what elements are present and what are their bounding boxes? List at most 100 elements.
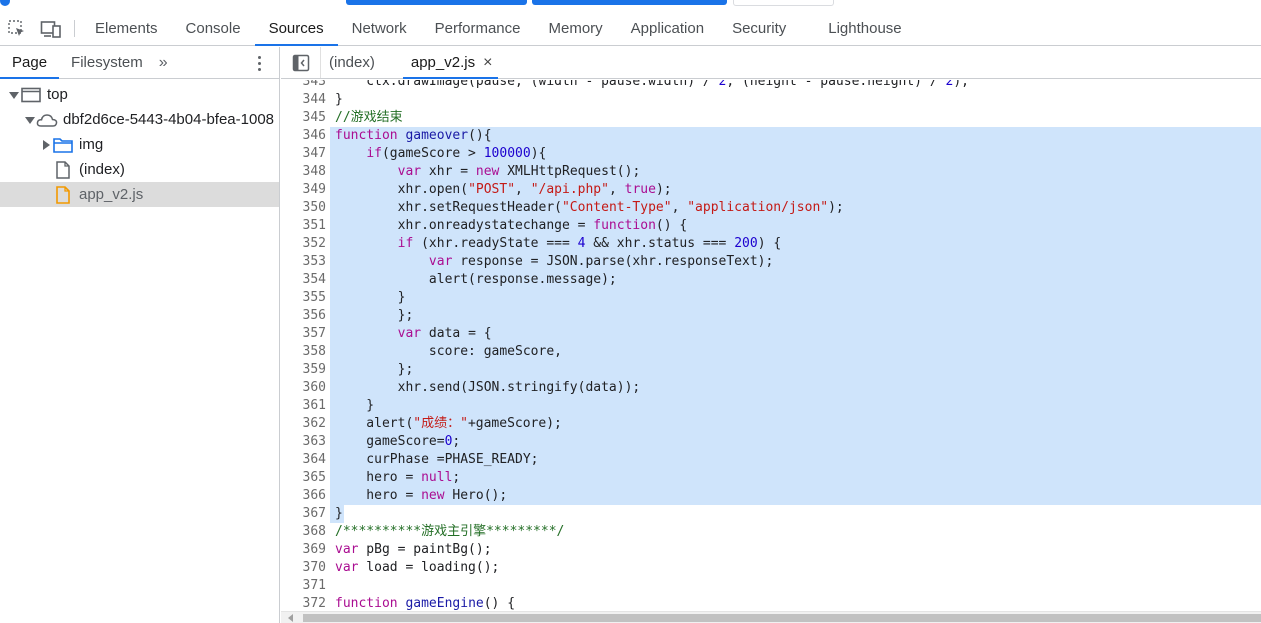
line-number[interactable]: 352: [281, 235, 330, 253]
line-number[interactable]: 351: [281, 217, 330, 235]
more-options-icon[interactable]: [249, 53, 269, 73]
code-line[interactable]: 349 xhr.open("POST", "/api.php", true);: [281, 181, 1261, 199]
line-content: };: [330, 307, 1261, 325]
code-line[interactable]: 346 function gameover(){: [281, 127, 1261, 145]
close-icon[interactable]: ×: [483, 54, 492, 72]
line-number[interactable]: 346: [281, 127, 330, 145]
tree-item-index[interactable]: (index): [0, 157, 279, 182]
line-number[interactable]: 360: [281, 379, 330, 397]
code-line[interactable]: 356 };: [281, 307, 1261, 325]
line-number[interactable]: 343: [281, 80, 330, 91]
scroll-left-icon[interactable]: [287, 614, 295, 622]
line-number[interactable]: 354: [281, 271, 330, 289]
code-line[interactable]: 364 curPhase =PHASE_READY;: [281, 451, 1261, 469]
code-line[interactable]: 368 /**********游戏主引擎*********/: [281, 523, 1261, 541]
tab-security[interactable]: Security: [718, 12, 800, 45]
line-number[interactable]: 372: [281, 595, 330, 611]
code-line[interactable]: 354 alert(response.message);: [281, 271, 1261, 289]
tab-page[interactable]: Page: [0, 47, 60, 79]
code-line[interactable]: 370 var load = loading();: [281, 559, 1261, 577]
collapsed-triangle-icon[interactable]: [40, 139, 52, 151]
inspect-element-icon[interactable]: [0, 12, 34, 45]
code-line[interactable]: 348 var xhr = new XMLHttpRequest();: [281, 163, 1261, 181]
line-number[interactable]: 361: [281, 397, 330, 415]
line-number[interactable]: 365: [281, 469, 330, 487]
toggle-navigator-icon[interactable]: [281, 47, 321, 78]
expanded-triangle-icon[interactable]: [8, 89, 20, 101]
horizontal-scrollbar[interactable]: [281, 611, 1261, 623]
tree-label-index: (index): [79, 161, 125, 178]
editor-tab-index[interactable]: (index): [321, 47, 389, 78]
code-line[interactable]: 371​: [281, 577, 1261, 595]
line-number[interactable]: 344: [281, 91, 330, 109]
line-number[interactable]: 350: [281, 199, 330, 217]
line-number[interactable]: 371: [281, 577, 330, 595]
line-number[interactable]: 368: [281, 523, 330, 541]
line-number[interactable]: 362: [281, 415, 330, 433]
code-line[interactable]: 351 xhr.onreadystatechange = function() …: [281, 217, 1261, 235]
toolbar-divider: [74, 20, 75, 37]
tab-performance[interactable]: Performance: [421, 12, 535, 45]
code-line[interactable]: 372 function gameEngine() {: [281, 595, 1261, 611]
code-line[interactable]: 360 xhr.send(JSON.stringify(data));: [281, 379, 1261, 397]
code-line[interactable]: 361 }: [281, 397, 1261, 415]
line-number[interactable]: 357: [281, 325, 330, 343]
device-toolbar-icon[interactable]: [34, 12, 68, 45]
line-number[interactable]: 353: [281, 253, 330, 271]
code-line[interactable]: 345 //游戏结束: [281, 109, 1261, 127]
code-line[interactable]: 363 gameScore=0;: [281, 433, 1261, 451]
editor-tab-app-v2-js[interactable]: app_v2.js ×: [389, 47, 507, 79]
code-line[interactable]: 366 hero = new Hero();: [281, 487, 1261, 505]
line-number[interactable]: 367: [281, 505, 330, 523]
line-number[interactable]: 370: [281, 559, 330, 577]
tab-lighthouse[interactable]: Lighthouse: [800, 12, 915, 45]
line-number[interactable]: 356: [281, 307, 330, 325]
code-line[interactable]: 352 if (xhr.readyState === 4 && xhr.stat…: [281, 235, 1261, 253]
line-content: var xhr = new XMLHttpRequest();: [330, 163, 1261, 181]
line-number[interactable]: 345: [281, 109, 330, 127]
more-tabs-icon[interactable]: »: [155, 47, 172, 78]
line-number[interactable]: 358: [281, 343, 330, 361]
line-number[interactable]: 347: [281, 145, 330, 163]
code-line[interactable]: 362 alert("成绩："+gameScore);: [281, 415, 1261, 433]
line-content: gameScore=0;: [330, 433, 1261, 451]
code-view[interactable]: 343 ctx.drawImage(pause, (width - pause.…: [281, 80, 1261, 611]
scrollbar-thumb[interactable]: [303, 614, 1261, 622]
line-number[interactable]: 369: [281, 541, 330, 559]
code-line[interactable]: 343 ctx.drawImage(pause, (width - pause.…: [281, 80, 1261, 91]
code-line[interactable]: 369 var pBg = paintBg();: [281, 541, 1261, 559]
tree-label-origin: dbf2d6ce-5443-4b04-bfea-1008: [63, 111, 275, 128]
code-line[interactable]: 350 xhr.setRequestHeader("Content-Type",…: [281, 199, 1261, 217]
line-number[interactable]: 355: [281, 289, 330, 307]
tab-elements[interactable]: Elements: [81, 12, 172, 45]
tab-sources[interactable]: Sources: [254, 12, 338, 46]
line-number[interactable]: 348: [281, 163, 330, 181]
tab-network[interactable]: Network: [338, 12, 421, 45]
code-line[interactable]: 359 };: [281, 361, 1261, 379]
tab-filesystem[interactable]: Filesystem: [59, 47, 155, 78]
tab-memory[interactable]: Memory: [535, 12, 617, 45]
code-line[interactable]: 358 score: gameScore,: [281, 343, 1261, 361]
tab-application[interactable]: Application: [617, 12, 718, 45]
code-line[interactable]: 367}: [281, 505, 1261, 523]
code-line[interactable]: 353 var response = JSON.parse(xhr.respon…: [281, 253, 1261, 271]
code-line[interactable]: 365 hero = null;: [281, 469, 1261, 487]
code-line[interactable]: 355 }: [281, 289, 1261, 307]
script-file-icon: [52, 185, 74, 204]
tree-item-origin[interactable]: dbf2d6ce-5443-4b04-bfea-1008: [0, 107, 279, 132]
tree-item-top[interactable]: top: [0, 82, 279, 107]
line-number[interactable]: 363: [281, 433, 330, 451]
tab-console[interactable]: Console: [172, 12, 255, 45]
line-number[interactable]: 349: [281, 181, 330, 199]
cloud-icon: [36, 111, 58, 129]
tree-item-app-v2-js[interactable]: app_v2.js: [0, 182, 279, 207]
code-line[interactable]: 357 var data = {: [281, 325, 1261, 343]
expanded-triangle-icon[interactable]: [24, 114, 36, 126]
line-number[interactable]: 366: [281, 487, 330, 505]
tree-item-img[interactable]: img: [0, 132, 279, 157]
line-number[interactable]: 364: [281, 451, 330, 469]
code-line[interactable]: 344}: [281, 91, 1261, 109]
code-line[interactable]: 347 if(gameScore > 100000){: [281, 145, 1261, 163]
tree-label-app-v2-js: app_v2.js: [79, 186, 144, 203]
line-number[interactable]: 359: [281, 361, 330, 379]
